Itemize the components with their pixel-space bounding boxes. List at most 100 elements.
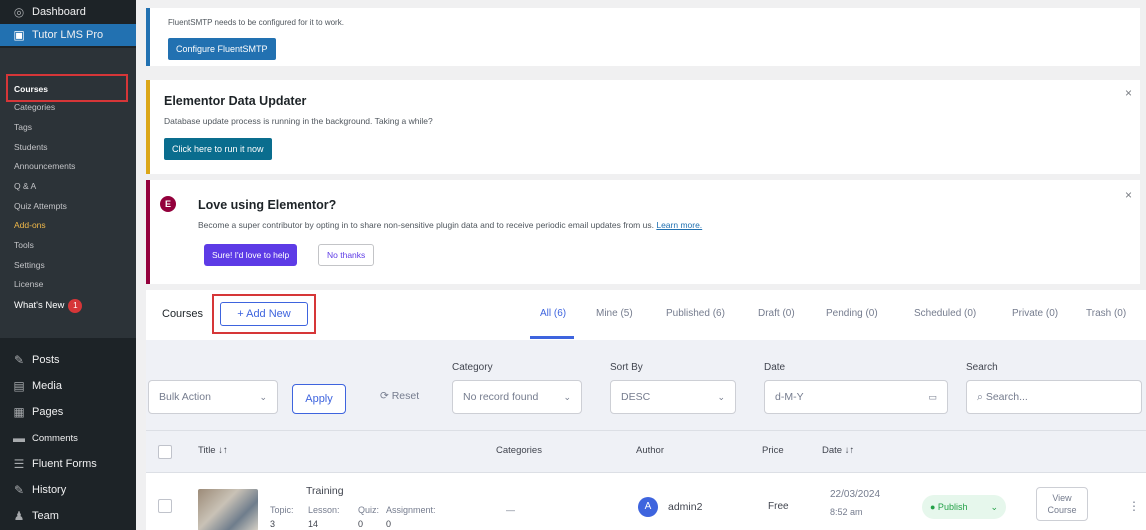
history-icon: ✎ bbox=[13, 483, 25, 497]
configure-fluentsmtp-button[interactable]: Configure FluentSMTP bbox=[168, 38, 276, 60]
table-header: Title ↓↑ Categories Author Price Date ↓↑ bbox=[146, 430, 1146, 472]
submenu-students[interactable]: Students bbox=[14, 142, 48, 152]
opt-in-button[interactable]: Sure! I'd love to help bbox=[204, 244, 298, 266]
topic-meta: Topic: bbox=[270, 505, 294, 515]
lesson-count: 14 bbox=[308, 519, 319, 529]
filter-bar: Bulk Action ⌄ Apply ⟳ Reset Category No r… bbox=[146, 340, 1146, 430]
course-time: 8:52 am bbox=[830, 507, 863, 517]
submenu-settings[interactable]: Settings bbox=[14, 260, 45, 270]
close-icon[interactable]: × bbox=[1125, 188, 1132, 202]
assignment-count: 0 bbox=[386, 519, 392, 529]
assignment-meta: Assignment: bbox=[386, 505, 436, 515]
reset-button[interactable]: ⟳ Reset bbox=[370, 380, 450, 414]
notice-title: Elementor Data Updater bbox=[164, 94, 307, 108]
course-categories: — bbox=[506, 505, 515, 515]
elementor-logo-icon: E bbox=[160, 196, 176, 212]
column-categories: Categories bbox=[496, 445, 542, 456]
table-row: Training Topic: 3 Lesson: 14 Quiz: 0 Ass… bbox=[146, 472, 1146, 530]
course-price: Free bbox=[768, 501, 789, 512]
sidebar-item-dashboard[interactable]: ◎ Dashboard bbox=[0, 0, 86, 24]
search-label: Search bbox=[966, 362, 998, 373]
search-input[interactable]: ⌕ Search... bbox=[966, 380, 1142, 414]
pin-icon: ✎ bbox=[13, 353, 25, 367]
tab-pending[interactable]: Pending (0) bbox=[826, 308, 878, 319]
sidebar-item-pages[interactable]: ▦ Pages bbox=[0, 402, 63, 422]
fluentsmtp-text: FluentSMTP needs to be configured for it… bbox=[168, 18, 344, 27]
sidebar-item-history[interactable]: ✎ History bbox=[0, 480, 66, 500]
tab-private[interactable]: Private (0) bbox=[1012, 308, 1058, 319]
column-title[interactable]: Title ↓↑ bbox=[198, 445, 228, 456]
submenu-categories[interactable]: Categories bbox=[14, 102, 55, 112]
category-label: Category bbox=[452, 362, 493, 373]
active-tab-indicator bbox=[530, 336, 574, 339]
category-select[interactable]: No record found ⌄ bbox=[452, 380, 582, 414]
tab-trash[interactable]: Trash (0) bbox=[1086, 308, 1126, 319]
column-author: Author bbox=[636, 445, 664, 456]
learn-more-link[interactable]: Learn more. bbox=[656, 220, 702, 230]
tab-mine[interactable]: Mine (5) bbox=[596, 308, 633, 319]
run-update-button[interactable]: Click here to run it now bbox=[164, 138, 272, 160]
sidebar-item-tutor[interactable]: ▣ Tutor LMS Pro bbox=[0, 24, 136, 46]
tab-draft[interactable]: Draft (0) bbox=[758, 308, 795, 319]
chevron-down-icon: ⌄ bbox=[990, 502, 998, 512]
avatar: A bbox=[638, 497, 658, 517]
bulk-action-select[interactable]: Bulk Action ⌄ bbox=[148, 380, 278, 414]
notice-text: Become a super contributor by opting in … bbox=[198, 220, 703, 230]
dashboard-icon: ◎ bbox=[13, 5, 25, 19]
course-title[interactable]: Training bbox=[306, 485, 344, 497]
courses-highlight bbox=[6, 74, 128, 102]
no-thanks-button[interactable]: No thanks bbox=[318, 244, 375, 266]
submenu-quiz-attempts[interactable]: Quiz Attempts bbox=[14, 201, 67, 211]
fluentsmtp-notice: FluentSMTP needs to be configured for it… bbox=[146, 8, 1140, 66]
notice-title: Love using Elementor? bbox=[198, 198, 337, 212]
submenu-tools[interactable]: Tools bbox=[14, 240, 34, 250]
pages-icon: ▦ bbox=[13, 405, 25, 419]
tutor-icon: ▣ bbox=[13, 28, 25, 42]
sidebar-item-fluent-forms[interactable]: ☰ Fluent Forms bbox=[0, 454, 97, 474]
admin-sidebar: ◎ Dashboard ▣ Tutor LMS Pro Courses Cate… bbox=[0, 0, 136, 530]
column-price: Price bbox=[762, 445, 784, 456]
sidebar-item-media[interactable]: ▤ Media bbox=[0, 376, 62, 396]
comments-icon: ▬ bbox=[13, 431, 25, 445]
apply-button[interactable]: Apply bbox=[292, 384, 346, 414]
submenu-whats-new[interactable]: What's New 1 bbox=[14, 299, 83, 313]
tab-scheduled[interactable]: Scheduled (0) bbox=[914, 308, 976, 319]
forms-icon: ☰ bbox=[13, 457, 25, 471]
sort-select[interactable]: DESC ⌄ bbox=[610, 380, 736, 414]
tab-all[interactable]: All (6) bbox=[540, 308, 566, 319]
search-icon: ⌕ bbox=[977, 391, 986, 403]
elementor-optin-notice: E Love using Elementor? Become a super c… bbox=[146, 180, 1140, 284]
sidebar-item-team[interactable]: ♟ Team bbox=[0, 506, 59, 526]
close-icon[interactable]: × bbox=[1125, 86, 1132, 100]
notification-badge: 1 bbox=[68, 299, 83, 313]
submenu-announcements[interactable]: Announcements bbox=[14, 161, 75, 171]
add-new-highlight bbox=[212, 294, 316, 334]
submenu-tags[interactable]: Tags bbox=[14, 122, 32, 132]
tab-published[interactable]: Published (6) bbox=[666, 308, 725, 319]
more-options-icon[interactable]: ⋮ bbox=[1128, 499, 1140, 513]
view-course-button[interactable]: View Course bbox=[1036, 487, 1088, 521]
team-icon: ♟ bbox=[13, 509, 25, 523]
column-date[interactable]: Date ↓↑ bbox=[822, 445, 854, 456]
author-name[interactable]: admin2 bbox=[668, 501, 702, 513]
topic-count: 3 bbox=[270, 519, 276, 529]
sidebar-item-comments[interactable]: ▬ Comments bbox=[0, 428, 78, 448]
courses-header: Courses + Add New All (6) Mine (5) Publi… bbox=[146, 290, 1146, 340]
submenu-addons[interactable]: Add-ons bbox=[14, 220, 46, 230]
select-all-checkbox[interactable] bbox=[158, 445, 172, 459]
course-thumbnail bbox=[198, 489, 258, 530]
submenu-license[interactable]: License bbox=[14, 279, 43, 289]
notice-text: Database update process is running in th… bbox=[164, 116, 433, 126]
chevron-down-icon: ⌄ bbox=[563, 392, 571, 402]
quiz-count: 0 bbox=[358, 519, 364, 529]
row-checkbox[interactable] bbox=[158, 499, 172, 513]
chevron-down-icon: ⌄ bbox=[717, 392, 725, 402]
media-icon: ▤ bbox=[13, 379, 25, 393]
sort-label: Sort By bbox=[610, 362, 643, 373]
submenu-qa[interactable]: Q & A bbox=[14, 181, 36, 191]
date-input[interactable]: d-M-Y ▭ bbox=[764, 380, 948, 414]
sidebar-item-posts[interactable]: ✎ Posts bbox=[0, 350, 60, 370]
course-date: 22/03/2024 bbox=[830, 489, 881, 500]
status-select[interactable]: ● Publish ⌄ bbox=[922, 495, 1006, 519]
calendar-icon: ▭ bbox=[928, 392, 937, 402]
